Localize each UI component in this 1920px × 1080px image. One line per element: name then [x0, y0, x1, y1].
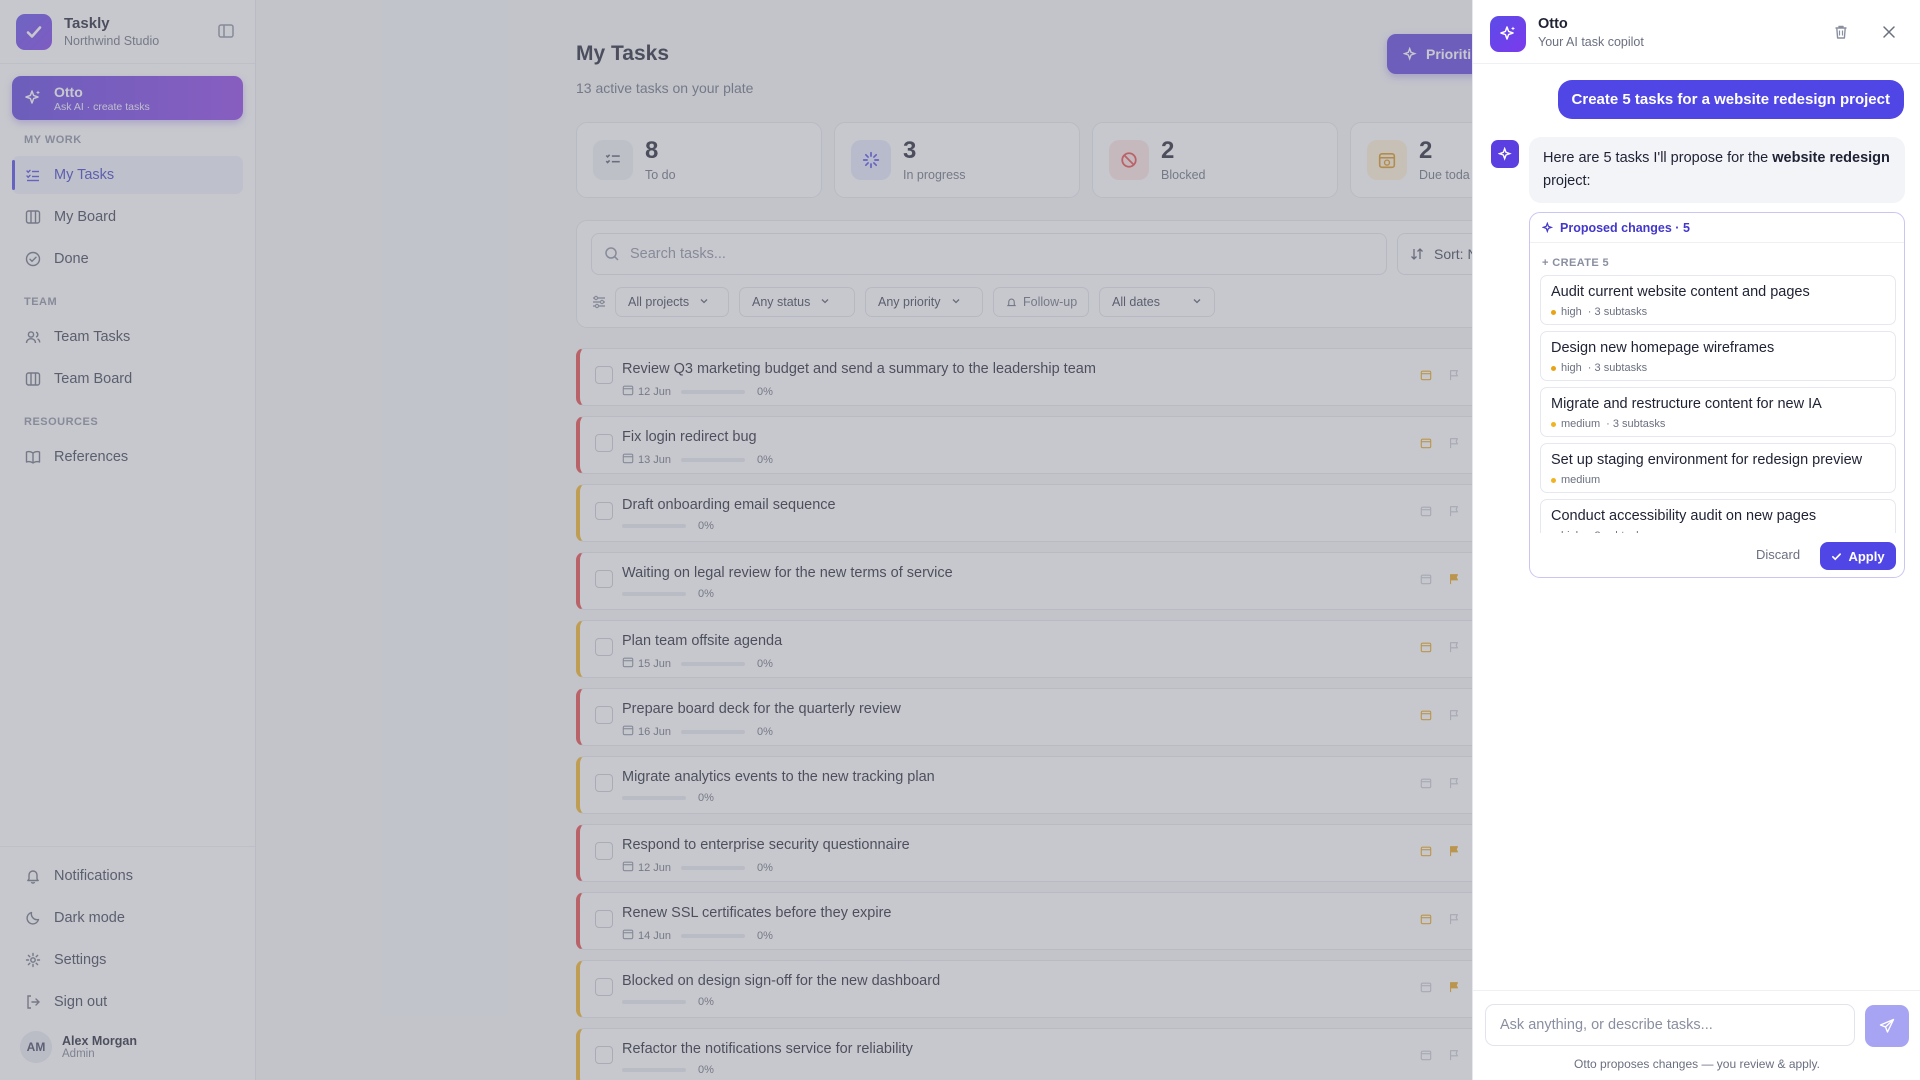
panel-title: Otto: [1538, 16, 1568, 32]
priority-dot: [1551, 309, 1556, 315]
proposal-meta: high · 3 subtasks: [1551, 306, 1647, 318]
proposal-meta: medium · 3 subtasks: [1551, 418, 1665, 430]
bot-message-end: project:: [1543, 173, 1591, 189]
proposal-item[interactable]: Design new homepage wireframes high · 3 su…: [1540, 331, 1896, 381]
panel-subtitle: Your AI task copilot: [1538, 35, 1644, 49]
proposal-item[interactable]: Audit current website content and pages h…: [1540, 275, 1896, 325]
panel-header: Otto Your AI task copilot: [1473, 0, 1920, 64]
proposal-priority: medium: [1561, 474, 1601, 486]
trash-icon[interactable]: [1833, 24, 1849, 45]
proposal-title: Conduct accessibility audit on new pages: [1551, 508, 1817, 524]
proposal-title: Proposed changes · 5: [1560, 220, 1690, 235]
priority-dot: [1551, 421, 1556, 427]
proposed-changes-card: Proposed changes · 5 + CREATE 5 Audit cu…: [1529, 212, 1905, 578]
sparkle-icon: [1542, 221, 1554, 234]
apply-button[interactable]: Apply: [1820, 542, 1896, 570]
proposal-priority: high: [1561, 362, 1582, 374]
proposal-priority: medium: [1561, 418, 1601, 430]
proposal-title: Audit current website content and pages: [1551, 284, 1810, 300]
send-icon: [1879, 1018, 1895, 1034]
sparkle-icon: [1490, 16, 1526, 52]
proposal-subtasks: · 3 subtasks: [1588, 530, 1647, 533]
modal-overlay[interactable]: [0, 0, 1472, 1080]
send-button[interactable]: [1865, 1005, 1909, 1047]
proposal-header: Proposed changes · 5: [1530, 213, 1904, 243]
otto-chat-message: Here are 5 tasks I'll propose for the we…: [1529, 137, 1905, 203]
proposal-subtasks: · 3 subtasks: [1606, 418, 1666, 430]
discard-button[interactable]: Discard: [1756, 547, 1800, 562]
proposal-item[interactable]: Set up staging environment for redesign …: [1540, 443, 1896, 493]
chat-input[interactable]: [1500, 1017, 1840, 1033]
composer-note: Otto proposes changes — you review & app…: [1574, 1057, 1820, 1071]
proposal-meta: high · 3 subtasks: [1551, 362, 1647, 374]
chat-composer: Otto proposes changes — you review & app…: [1473, 990, 1920, 1080]
otto-panel: Otto Your AI task copilot Create 5 tasks…: [1472, 0, 1920, 1080]
proposal-priority: high: [1561, 530, 1582, 533]
proposal-list[interactable]: Audit current website content and pages h…: [1540, 275, 1896, 533]
proposal-meta: high · 3 subtasks: [1551, 530, 1647, 533]
composer-box[interactable]: [1485, 1004, 1855, 1046]
proposal-priority: high: [1561, 306, 1582, 318]
proposal-title: Design new homepage wireframes: [1551, 340, 1775, 356]
proposal-meta: medium: [1551, 474, 1606, 486]
create-group-label: + CREATE 5: [1542, 257, 1610, 269]
proposal-title: Migrate and restructure content for new …: [1551, 396, 1822, 412]
check-icon: [1831, 551, 1842, 562]
bot-message-bold: website redesign: [1772, 150, 1890, 166]
proposal-title: Set up staging environment for redesign …: [1551, 452, 1863, 468]
apply-label: Apply: [1848, 548, 1885, 564]
proposal-item[interactable]: Conduct accessibility audit on new pages…: [1540, 499, 1896, 533]
proposal-subtasks: · 3 subtasks: [1587, 362, 1648, 374]
proposal-subtasks: · 3 subtasks: [1587, 306, 1648, 318]
bot-message-text: Here are 5 tasks I'll propose for the: [1543, 150, 1769, 166]
close-icon[interactable]: [1881, 24, 1897, 45]
user-chat-message: Create 5 tasks for a website redesign pr…: [1557, 80, 1904, 119]
otto-avatar-sparkle-icon: [1491, 140, 1519, 168]
proposal-item[interactable]: Migrate and restructure content for new …: [1540, 387, 1896, 437]
priority-dot: [1551, 365, 1556, 371]
priority-dot: [1551, 477, 1556, 483]
